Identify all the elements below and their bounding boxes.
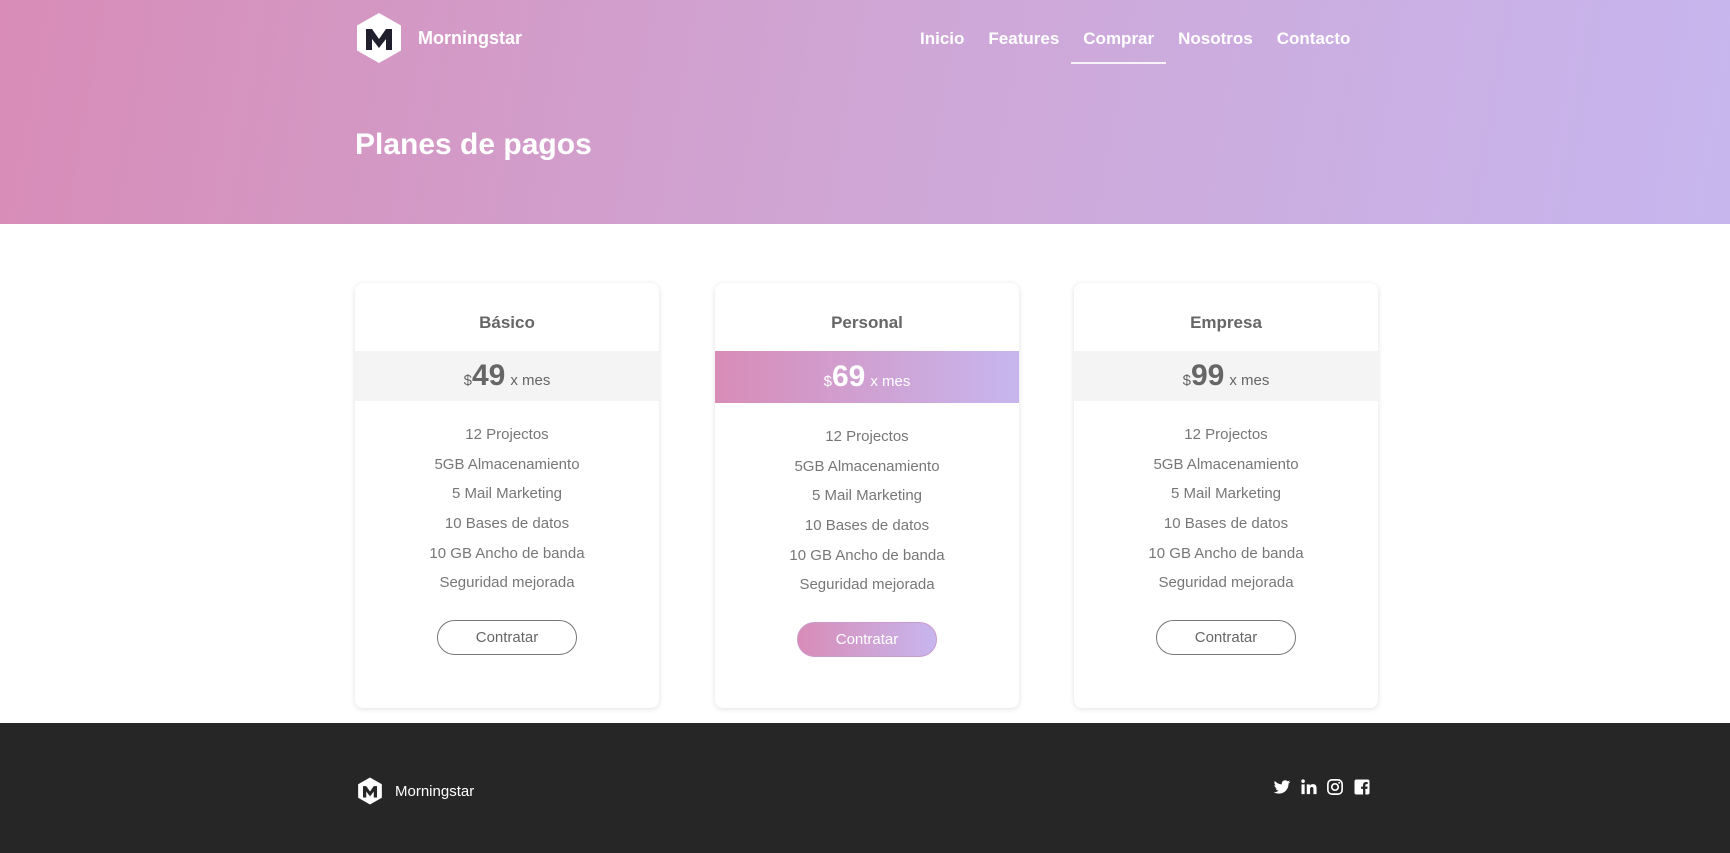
price-band: $ 49 x mes bbox=[355, 351, 659, 401]
page-title: Planes de pagos bbox=[355, 128, 592, 161]
nav-features[interactable]: Features bbox=[976, 18, 1071, 64]
feature-item: 5 Mail Marketing bbox=[451, 485, 563, 503]
instagram-icon[interactable] bbox=[1326, 778, 1344, 796]
feature-item: 10 Bases de datos bbox=[804, 517, 930, 535]
feature-item: 12 Projectos bbox=[1184, 426, 1268, 443]
morningstar-logo-icon bbox=[358, 777, 382, 805]
feature-list: 12 Projectos 5GB Almacenamiento 5 Mail M… bbox=[715, 422, 1019, 600]
twitter-icon[interactable] bbox=[1273, 778, 1291, 796]
feature-item: 5 Mail Marketing bbox=[811, 487, 923, 505]
contratar-button[interactable]: Contratar bbox=[1156, 620, 1296, 655]
feature-item: 10 GB Ancho de banda bbox=[1148, 544, 1304, 562]
plan-card-personal: Personal $ 69 x mes 12 Projectos 5GB Alm… bbox=[715, 283, 1019, 708]
feature-item: 10 Bases de datos bbox=[1163, 515, 1289, 533]
price-period: x mes bbox=[1229, 371, 1270, 389]
price-amount: 69 bbox=[831, 360, 866, 393]
brand-name: Morningstar bbox=[418, 27, 523, 48]
feature-item: 5GB Almacenamiento bbox=[434, 455, 580, 473]
price-currency: $ bbox=[823, 372, 832, 390]
feature-item: 5 Mail Marketing bbox=[1170, 485, 1282, 503]
price-band: $ 69 x mes bbox=[715, 351, 1019, 403]
feature-item: 5GB Almacenamiento bbox=[794, 457, 940, 475]
plan-card-basico: Básico $ 49 x mes 12 Projectos 5GB Almac… bbox=[355, 283, 659, 708]
feature-item: 12 Projectos bbox=[825, 428, 909, 445]
linkedin-icon[interactable] bbox=[1300, 778, 1318, 796]
footer: Morningstar bbox=[0, 723, 1730, 853]
price-currency: $ bbox=[1182, 371, 1191, 389]
hero-header: Morningstar Inicio Features Comprar Noso… bbox=[0, 0, 1730, 224]
feature-list: 12 Projectos 5GB Almacenamiento 5 Mail M… bbox=[1074, 420, 1378, 598]
feature-item: Seguridad mejorada bbox=[799, 576, 935, 594]
feature-item: 12 Projectos bbox=[465, 426, 549, 443]
price-period: x mes bbox=[510, 371, 551, 389]
footer-brand[interactable]: Morningstar bbox=[357, 777, 474, 805]
feature-item: Seguridad mejorada bbox=[1158, 574, 1294, 592]
price-currency: $ bbox=[463, 371, 472, 389]
price-period: x mes bbox=[870, 372, 911, 390]
brand[interactable]: Morningstar bbox=[355, 12, 522, 64]
nav-nosotros[interactable]: Nosotros bbox=[1166, 18, 1265, 64]
facebook-icon[interactable] bbox=[1353, 778, 1371, 796]
feature-list: 12 Projectos 5GB Almacenamiento 5 Mail M… bbox=[355, 420, 659, 598]
plan-name: Personal bbox=[831, 313, 903, 332]
nav-comprar[interactable]: Comprar bbox=[1071, 18, 1167, 64]
feature-item: 10 GB Ancho de banda bbox=[429, 544, 585, 562]
price-band: $ 99 x mes bbox=[1074, 351, 1378, 401]
plan-name: Empresa bbox=[1190, 313, 1262, 332]
contratar-button[interactable]: Contratar bbox=[797, 622, 937, 657]
feature-item: 10 Bases de datos bbox=[444, 515, 570, 533]
feature-item: 5GB Almacenamiento bbox=[1153, 455, 1299, 473]
plan-card-empresa: Empresa $ 99 x mes 12 Projectos 5GB Alma… bbox=[1074, 283, 1378, 708]
nav-contacto[interactable]: Contacto bbox=[1265, 18, 1363, 64]
plan-name: Básico bbox=[479, 313, 535, 332]
morningstar-logo-icon bbox=[357, 13, 401, 63]
feature-item: 10 GB Ancho de banda bbox=[789, 546, 945, 564]
price-amount: 99 bbox=[1190, 359, 1225, 392]
price-amount: 49 bbox=[471, 359, 506, 392]
main-nav: Inicio Features Comprar Nosotros Contact… bbox=[908, 18, 1362, 64]
contratar-button[interactable]: Contratar bbox=[437, 620, 577, 655]
social-links bbox=[1273, 778, 1379, 796]
feature-item: Seguridad mejorada bbox=[439, 574, 575, 592]
nav-inicio[interactable]: Inicio bbox=[908, 18, 976, 64]
footer-brand-name: Morningstar bbox=[395, 782, 475, 800]
